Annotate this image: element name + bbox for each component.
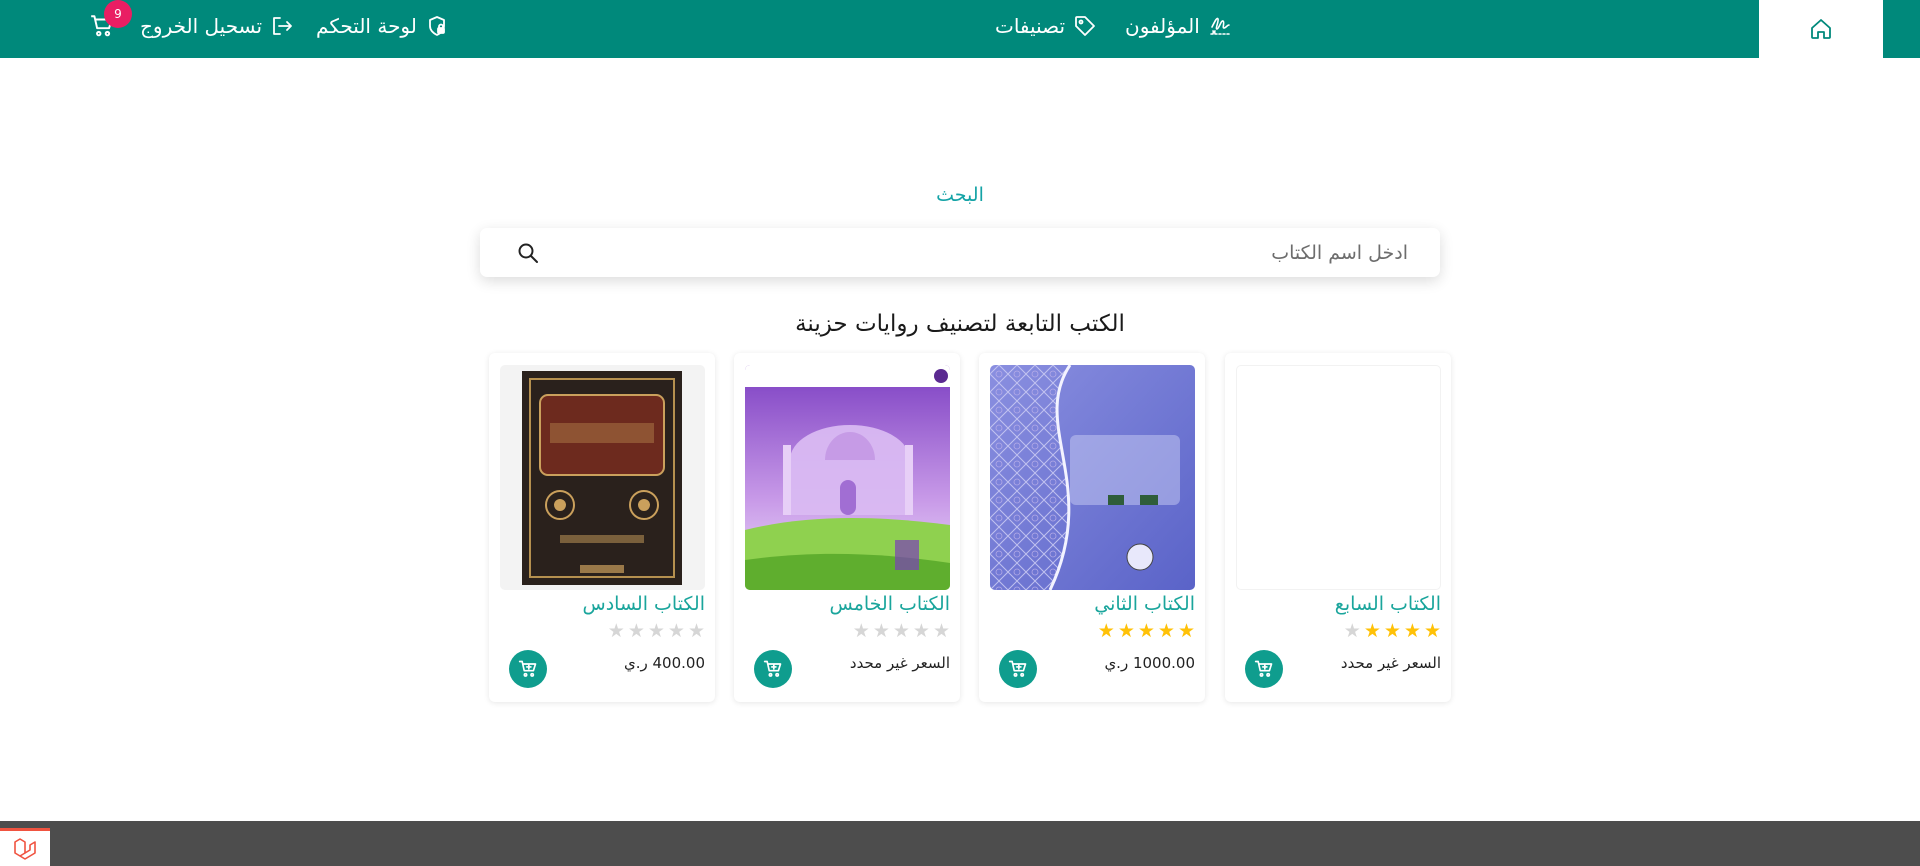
star-empty-icon: ★ <box>687 620 705 642</box>
star-rating: ★ ★ ★ ★ ★ <box>1344 622 1441 641</box>
tag-icon <box>1075 16 1095 36</box>
book-card[interactable]: الكتاب السادس ★ ★ ★ ★ ★ 400.00 ر.ي <box>489 353 715 702</box>
logout-label: تسحيل الخروج <box>140 14 263 38</box>
star-empty-icon: ★ <box>892 620 910 642</box>
star-empty-icon: ★ <box>1343 620 1361 642</box>
signature-icon <box>1210 17 1232 35</box>
star-empty-icon: ★ <box>667 620 685 642</box>
book-price: السعر غير محدد <box>1340 654 1441 672</box>
shield-lock-icon <box>428 16 445 36</box>
star-empty-icon: ★ <box>607 620 625 642</box>
main-nav: تصنيفات المؤلفون <box>995 0 1234 52</box>
cart-plus-icon <box>1008 660 1027 677</box>
book-card[interactable]: الكتاب الخامس ★ ★ ★ ★ ★ السعر غير محدد <box>734 353 960 702</box>
star-empty-icon: ★ <box>627 620 645 642</box>
star-filled-icon: ★ <box>1117 620 1135 642</box>
star-filled-icon: ★ <box>1423 620 1441 642</box>
cart-plus-icon <box>763 660 782 677</box>
star-empty-icon: ★ <box>932 620 950 642</box>
book-grid: الكتاب السابع ★ ★ ★ ★ ★ السعر غير محدد ا… <box>489 353 1451 702</box>
search-heading: البحث <box>936 184 984 206</box>
book-title[interactable]: الكتاب الخامس <box>829 593 950 615</box>
cart-button[interactable]: 9 <box>86 0 132 42</box>
add-to-cart-button[interactable] <box>999 650 1037 688</box>
debug-logo[interactable] <box>0 828 50 866</box>
book-cover-art <box>500 365 705 590</box>
book-price: 400.00 ر.ي <box>623 654 705 672</box>
star-filled-icon: ★ <box>1363 620 1381 642</box>
top-navbar: تصنيفات المؤلفون 9 تسحيل الخروج لوحة الت… <box>0 0 1920 58</box>
logout-link[interactable]: تسحيل الخروج <box>140 14 294 38</box>
star-filled-icon: ★ <box>1137 620 1155 642</box>
star-empty-icon: ★ <box>912 620 930 642</box>
star-rating: ★ ★ ★ ★ ★ <box>853 622 950 641</box>
cart-plus-icon <box>1254 660 1273 677</box>
search-input[interactable] <box>564 241 1408 264</box>
book-cover-art <box>745 365 950 590</box>
book-price: 1000.00 ر.ي <box>1104 654 1195 672</box>
book-cover[interactable] <box>990 365 1195 590</box>
star-filled-icon: ★ <box>1177 620 1195 642</box>
book-cover[interactable] <box>745 365 950 590</box>
cart-count-badge: 9 <box>104 0 132 28</box>
book-card[interactable]: الكتاب الثاني ★ ★ ★ ★ ★ 1000.00 ر.ي <box>979 353 1205 702</box>
section-title: الكتب التابعة لتصنيف روايات حزينة <box>795 311 1125 337</box>
book-title[interactable]: الكتاب الثاني <box>1094 593 1195 615</box>
nav-authors-label: المؤلفون <box>1125 14 1200 38</box>
book-cover[interactable] <box>500 365 705 590</box>
home-icon <box>1811 19 1831 39</box>
dashboard-link[interactable]: لوحة التحكم <box>316 14 449 38</box>
cart-plus-icon <box>518 660 537 677</box>
nav-authors[interactable]: المؤلفون <box>1125 13 1234 39</box>
book-cover[interactable] <box>1236 365 1441 590</box>
logout-icon <box>273 17 292 35</box>
framework-logo-icon <box>14 837 36 860</box>
star-rating: ★ ★ ★ ★ ★ <box>1098 622 1195 641</box>
user-nav: 9 تسحيل الخروج لوحة التحكم <box>86 0 449 52</box>
book-price: السعر غير محدد <box>849 654 950 672</box>
star-filled-icon: ★ <box>1383 620 1401 642</box>
book-cover-art <box>990 365 1195 590</box>
home-tab[interactable] <box>1759 0 1883 58</box>
book-title[interactable]: الكتاب السادس <box>583 593 705 615</box>
nav-categories[interactable]: تصنيفات <box>995 14 1097 38</box>
add-to-cart-button[interactable] <box>509 650 547 688</box>
star-rating: ★ ★ ★ ★ ★ <box>608 622 705 641</box>
search-button[interactable] <box>512 237 544 269</box>
search-bar <box>480 228 1440 277</box>
star-filled-icon: ★ <box>1403 620 1421 642</box>
nav-categories-label: تصنيفات <box>995 14 1066 38</box>
book-card[interactable]: الكتاب السابع ★ ★ ★ ★ ★ السعر غير محدد <box>1225 353 1451 702</box>
dashboard-label: لوحة التحكم <box>316 14 417 38</box>
add-to-cart-button[interactable] <box>1245 650 1283 688</box>
star-empty-icon: ★ <box>647 620 665 642</box>
footer <box>0 821 1920 866</box>
star-empty-icon: ★ <box>852 620 870 642</box>
star-filled-icon: ★ <box>1157 620 1175 642</box>
add-to-cart-button[interactable] <box>754 650 792 688</box>
star-filled-icon: ★ <box>1097 620 1115 642</box>
book-title[interactable]: الكتاب السابع <box>1335 593 1441 615</box>
search-icon <box>518 243 538 263</box>
star-empty-icon: ★ <box>872 620 890 642</box>
